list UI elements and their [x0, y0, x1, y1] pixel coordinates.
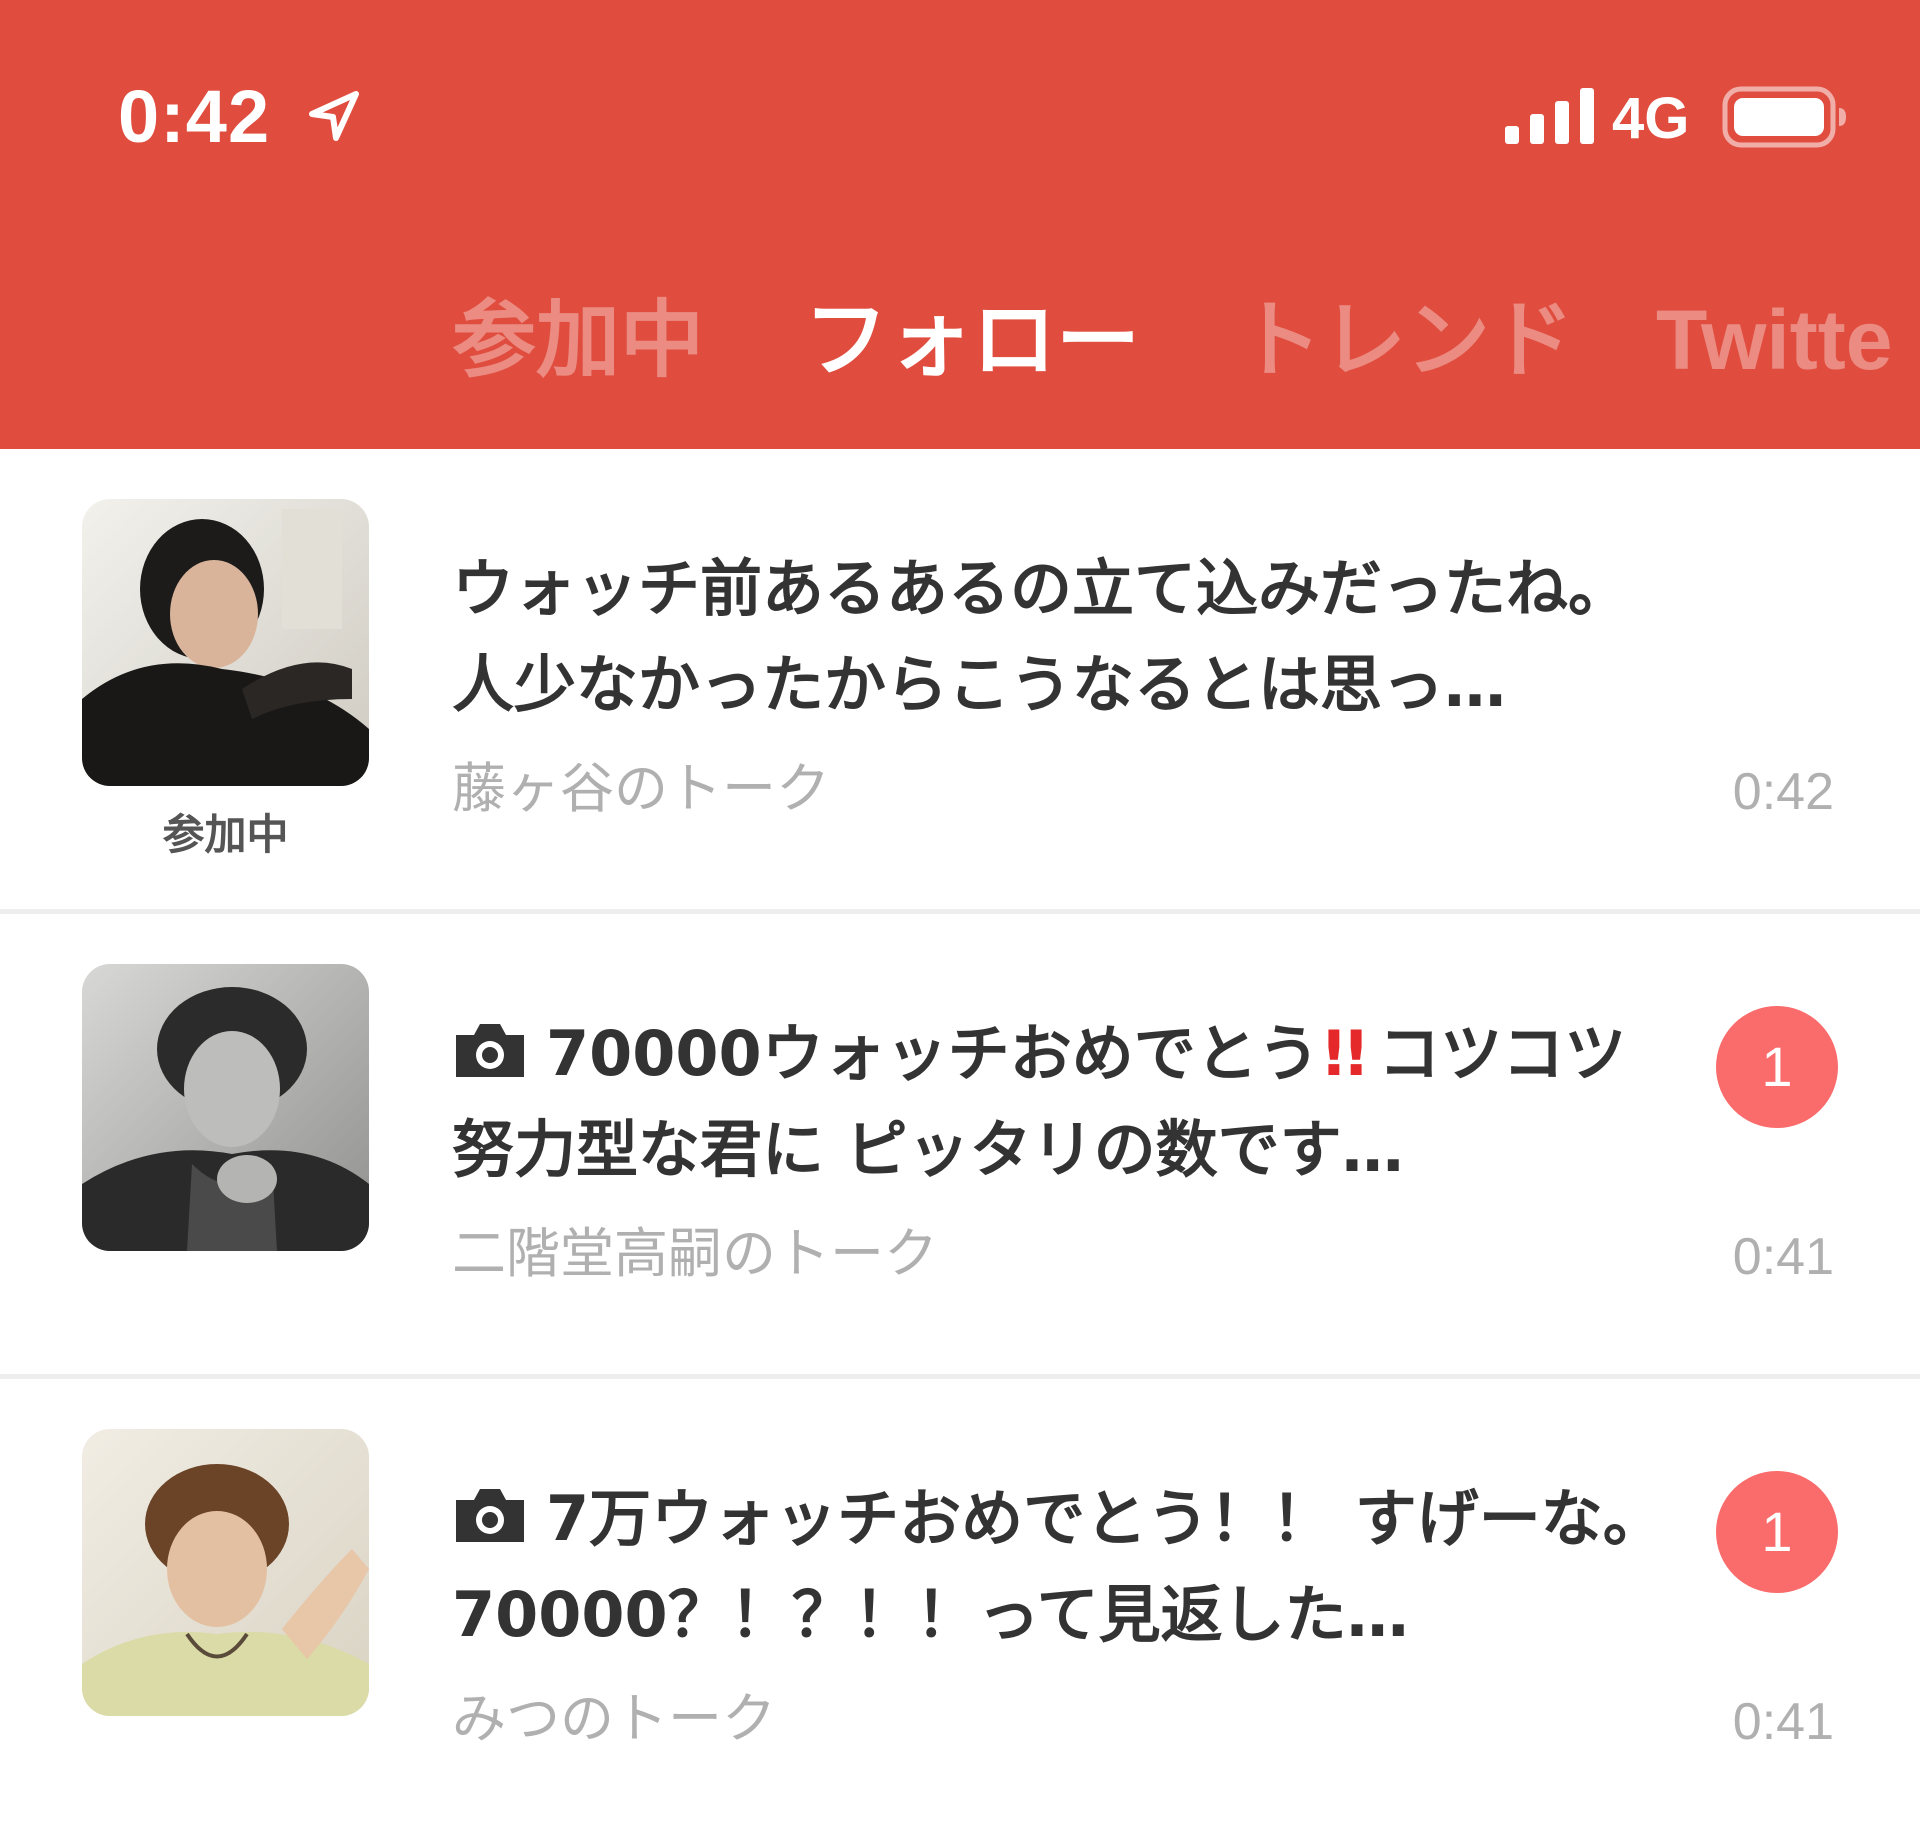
- tab-bar: 参加中 フォロー トレンド Twitte: [0, 280, 1920, 400]
- message-text: 7万ウォッチおめでとう！！ すげーな。 70000？！？！！って見返した…: [452, 1482, 1665, 1651]
- camera-icon: [456, 1024, 524, 1077]
- talk-feed-list: 参加中 ウォッチ前あるあるの立て込みだったね。人少なかったからこうなるとは思っ……: [0, 449, 1920, 1844]
- cellular-signal-icon: [1505, 88, 1594, 144]
- avatar[interactable]: [82, 1429, 369, 1716]
- message-preview: 7万ウォッチおめでとう！！ すげーな。 70000？！？！！って見返した…: [452, 1471, 1672, 1663]
- app-header: 0:42 4G 参加中 フォロー トレンド Twitte: [0, 0, 1920, 449]
- avatar[interactable]: [82, 964, 369, 1251]
- network-type: 4G: [1612, 86, 1690, 151]
- timestamp: 0:42: [1732, 763, 1834, 821]
- tab-twitter[interactable]: Twitte: [1656, 280, 1892, 400]
- double-exclamation-icon: !!: [1319, 1017, 1371, 1090]
- avatar-photo: [82, 964, 369, 1251]
- tab-trend[interactable]: トレンド: [1238, 280, 1574, 400]
- message-text-prefix: 70000ウォッチおめでとう: [546, 1017, 1320, 1090]
- list-item[interactable]: 70000ウォッチおめでとう!! コツコツ努力型な君に ピッタリの数です… 1 二…: [0, 914, 1920, 1379]
- avatar-photo: [82, 1429, 369, 1716]
- tab-follow[interactable]: フォロー: [804, 280, 1140, 400]
- list-item[interactable]: 7万ウォッチおめでとう！！ すげーな。 70000？！？！！って見返した… 1 …: [0, 1379, 1920, 1844]
- status-time: 0:42: [118, 75, 271, 158]
- location-arrow-icon: [309, 91, 359, 141]
- timestamp: 0:41: [1732, 1228, 1834, 1286]
- avatar-photo: [82, 499, 369, 786]
- unread-badge: 1: [1716, 1471, 1838, 1593]
- message-preview: ウォッチ前あるあるの立て込みだったね。人少なかったからこうなるとは思っ…: [452, 552, 1631, 721]
- tab-joined[interactable]: 参加中: [452, 280, 704, 400]
- unread-badge: 1: [1716, 1006, 1838, 1128]
- talk-name: 藤ヶ谷のトーク: [452, 757, 830, 820]
- talk-name: みつのトーク: [452, 1687, 776, 1750]
- talk-name: 二階堂高嗣のトーク: [452, 1222, 938, 1285]
- status-bar: 0:42 4G: [0, 0, 1920, 230]
- battery-icon: [1722, 86, 1846, 148]
- list-item[interactable]: 参加中 ウォッチ前あるあるの立て込みだったね。人少なかったからこうなるとは思っ……: [0, 449, 1920, 914]
- joined-label: 参加中: [162, 810, 289, 859]
- camera-icon: [456, 1489, 524, 1542]
- timestamp: 0:41: [1732, 1693, 1834, 1751]
- message-preview: 70000ウォッチおめでとう!! コツコツ努力型な君に ピッタリの数です…: [452, 1006, 1672, 1198]
- avatar[interactable]: [82, 499, 369, 786]
